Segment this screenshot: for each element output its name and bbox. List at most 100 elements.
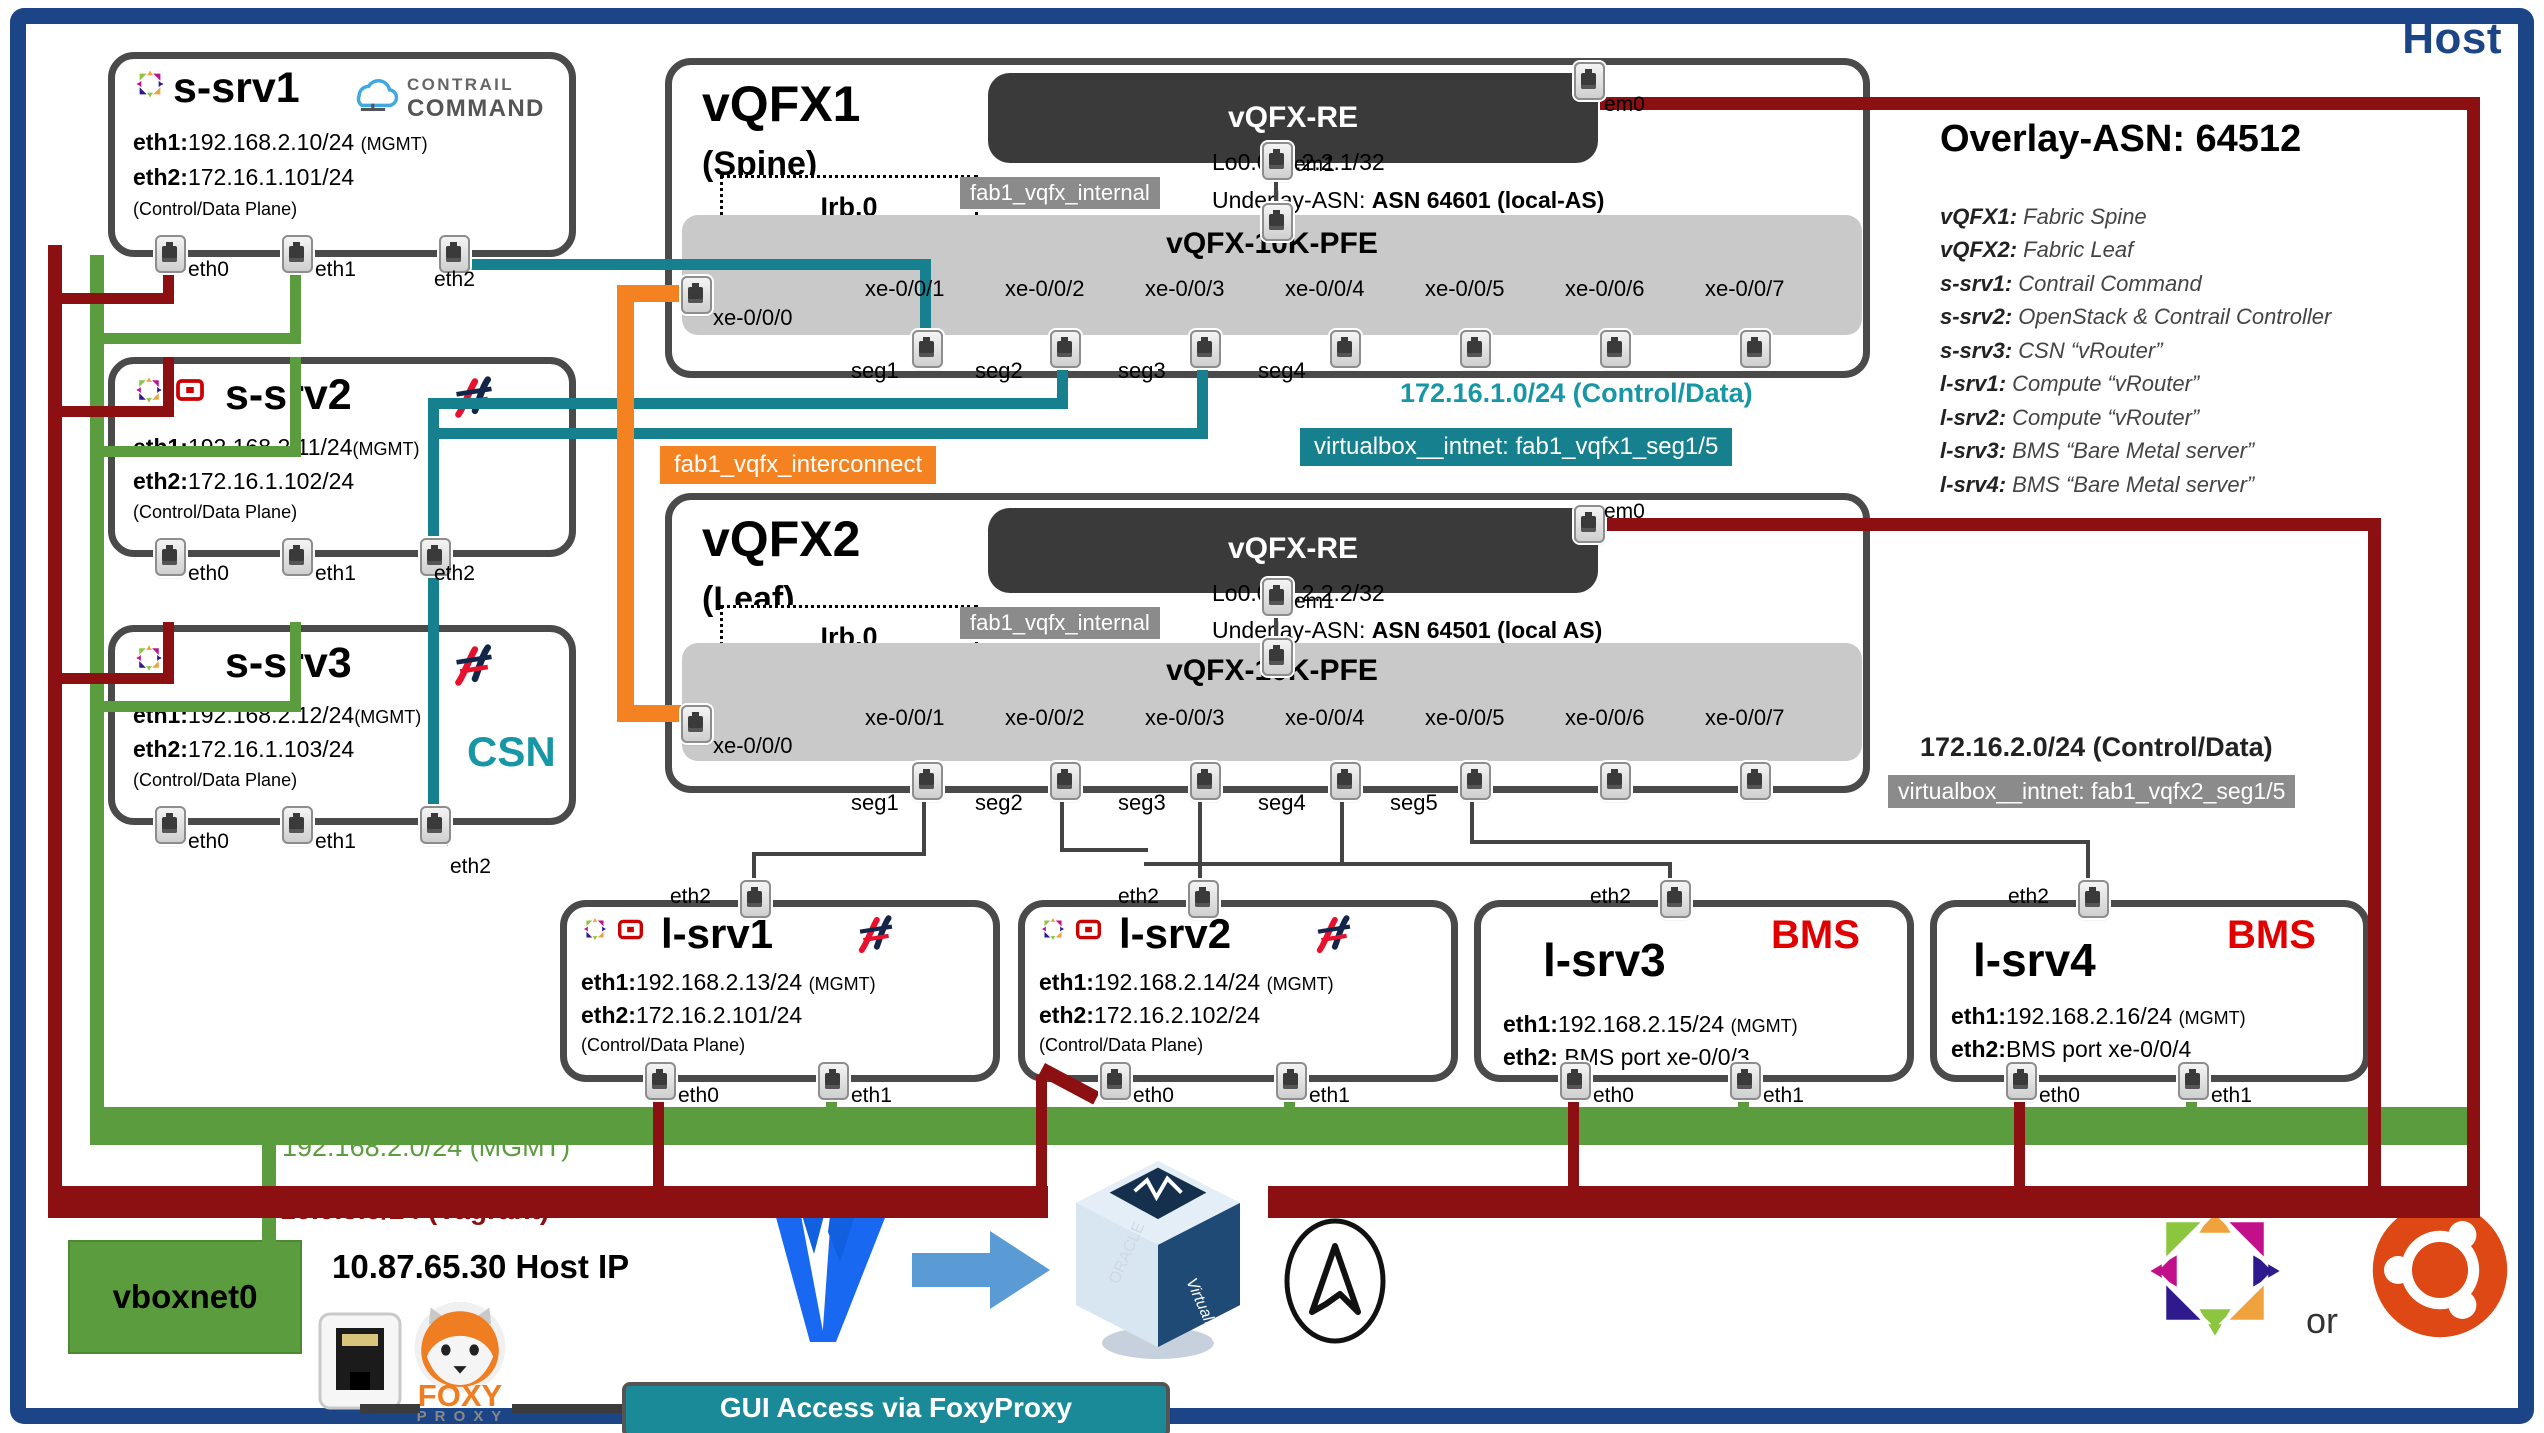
l-srv4-eth1-note: (MGMT) xyxy=(2178,1008,2246,1028)
wire-interconnect-v xyxy=(617,285,634,722)
openstack-icon xyxy=(582,916,608,942)
legend-item: s-srv3: CSN “vRouter” xyxy=(1940,337,2163,363)
nic-vqfx2-seg5[interactable] xyxy=(1460,762,1491,800)
nic-vqfx2-port7[interactable] xyxy=(1740,762,1771,800)
server-title-s-srv3: s-srv3 xyxy=(225,639,352,687)
server-box-l-srv3[interactable]: BMS l-srv3 eth1:192.168.2.15/24 (MGMT) e… xyxy=(1474,900,1914,1082)
nic-l-srv1-eth0[interactable] xyxy=(645,1062,676,1100)
server-box-s-srv1[interactable]: s-srv1 CONTRAIL COMMAND eth1:192.168.2.1… xyxy=(108,52,576,257)
seglbl-vqfx1-seg4: seg4 xyxy=(1258,358,1306,383)
vagrant-rail-mid xyxy=(1600,518,2380,531)
or-label: or xyxy=(2306,1300,2339,1341)
portlbl-vqfx1-xe002: xe-0/0/2 xyxy=(1005,276,1085,301)
wire-vqfx2-seg2-v xyxy=(1060,796,1064,852)
vboxnet0-label: vboxnet0 xyxy=(112,1278,258,1315)
niclbl-s-srv2-eth1: eth1 xyxy=(315,562,356,585)
openstack-logo-icon xyxy=(2141,1197,2289,1345)
contrail-brand-line1: CONTRAIL xyxy=(407,75,515,94)
foxyproxy-wordmark-bottom: P R O X Y xyxy=(416,1408,504,1425)
nic-l-srv3-eth0[interactable] xyxy=(1560,1062,1591,1100)
server-box-s-srv3[interactable]: s-srv3 eth1:192.168.2.12/24(MGMT) eth2:1… xyxy=(108,625,576,825)
nic-vqfx1-em0[interactable] xyxy=(1574,62,1605,100)
nic-vqfx1-em1[interactable] xyxy=(1262,142,1293,180)
niclbl-s-srv1-eth2: eth2 xyxy=(434,268,475,291)
nic-vqfx1-em1b[interactable] xyxy=(1262,203,1293,241)
wire-ssrv1-eth0-h xyxy=(48,293,174,304)
s-srv2-eth2-val: 172.16.1.102/24 xyxy=(187,468,355,494)
nic-vqfx1-xe000[interactable] xyxy=(681,276,712,314)
nic-s-srv3-eth1[interactable] xyxy=(282,806,313,844)
l-srv3-eth1-val: 192.168.2.15/24 xyxy=(1557,1011,1725,1037)
portlbl-vqfx1-xe004: xe-0/0/4 xyxy=(1285,276,1365,301)
wire-ssrv2-eth0-h xyxy=(48,406,174,417)
nic-vqfx2-seg3[interactable] xyxy=(1190,762,1221,800)
nic-vqfx1-port6[interactable] xyxy=(1600,330,1631,368)
nic-l-srv1-eth1[interactable] xyxy=(818,1062,849,1100)
wire-ssrv2-eth1-h xyxy=(90,446,301,457)
portlbl-vqfx1-xe005: xe-0/0/5 xyxy=(1425,276,1505,301)
nic-vqfx2-seg2[interactable] xyxy=(1050,762,1081,800)
server-box-l-srv1[interactable]: l-srv1 eth1:192.168.2.13/24 (MGMT) eth2:… xyxy=(560,900,1000,1082)
nic-l-srv2-eth0[interactable] xyxy=(1100,1062,1131,1100)
juniper-icon xyxy=(455,644,492,686)
server-title-s-srv1: s-srv1 xyxy=(173,64,300,112)
host-title: Host xyxy=(2402,14,2502,63)
nic-s-srv3-eth0[interactable] xyxy=(155,806,186,844)
wire-vqfx2-seg2-h xyxy=(1060,848,1148,852)
niclbl-vqfx1-em1: em1 xyxy=(1294,153,1335,176)
gui-access-bar[interactable]: GUI Access via FoxyProxy xyxy=(622,1382,1170,1433)
nic-vqfx2-seg1[interactable] xyxy=(912,762,943,800)
wire-vqfx2-seg5-v xyxy=(1470,796,1474,844)
s-srv2-plane: (Control/Data Plane) xyxy=(133,502,298,522)
nic-s-srv1-eth1[interactable] xyxy=(282,235,313,273)
nic-vqfx1-seg4[interactable] xyxy=(1330,330,1361,368)
nic-vqfx1-seg2[interactable] xyxy=(1050,330,1081,368)
nic-vqfx1-seg1[interactable] xyxy=(912,330,943,368)
nic-vqfx1-port5[interactable] xyxy=(1460,330,1491,368)
wire-rj45-to-gui xyxy=(360,1404,420,1413)
nic-vqfx2-xe000[interactable] xyxy=(681,705,712,743)
wire-ssrv2-eth2-h xyxy=(428,398,1068,409)
nic-vqfx2-em1b[interactable] xyxy=(1262,638,1293,676)
s-srv1-eth2-key: eth2: xyxy=(133,164,188,190)
juniper-icon xyxy=(858,915,893,954)
nic-s-srv2-eth1[interactable] xyxy=(282,538,313,576)
nic-s-srv3-eth2[interactable] xyxy=(420,806,451,844)
nic-l-srv3-eth2[interactable] xyxy=(1660,880,1691,918)
niclbl-l-srv2-eth0: eth0 xyxy=(1133,1084,1174,1107)
nic-l-srv4-eth1[interactable] xyxy=(2178,1062,2209,1100)
niclbl-s-srv2-eth0: eth0 xyxy=(188,562,229,585)
openstack-icon xyxy=(134,375,164,405)
s-srv3-plane: (Control/Data Plane) xyxy=(133,770,298,790)
vqfx2-intnet-tag: virtualbox__intnet: fab1_vqfx2_seg1/5 xyxy=(1888,775,2296,808)
vqfx1-internal-tag: fab1_vqfx_internal xyxy=(960,177,1160,209)
server-box-s-srv2[interactable]: s-srv2 eth1:192.168.2.11/24(MGMT) eth2:1… xyxy=(108,357,576,557)
niclbl-l-srv4-eth0: eth0 xyxy=(2039,1084,2080,1107)
nic-vqfx1-port7[interactable] xyxy=(1740,330,1771,368)
nic-vqfx2-em0[interactable] xyxy=(1574,505,1605,543)
nic-vqfx2-port6[interactable] xyxy=(1600,762,1631,800)
nic-s-srv1-eth0[interactable] xyxy=(155,235,186,273)
nic-l-srv4-eth2[interactable] xyxy=(2078,880,2109,918)
nic-l-srv3-eth1[interactable] xyxy=(1730,1062,1761,1100)
vqfx2-title: vQFX2 xyxy=(702,511,861,567)
server-box-l-srv4[interactable]: BMS l-srv4 eth1:192.168.2.16/24 (MGMT) e… xyxy=(1930,900,2370,1082)
nic-s-srv2-eth0[interactable] xyxy=(155,538,186,576)
nic-l-srv2-eth1[interactable] xyxy=(1276,1062,1307,1100)
vqfx1-subnet-label: 172.16.1.0/24 (Control/Data) xyxy=(1400,378,1753,408)
nic-l-srv4-eth0[interactable] xyxy=(2006,1062,2037,1100)
nic-vqfx2-em1[interactable] xyxy=(1262,578,1293,616)
nic-vqfx1-seg3[interactable] xyxy=(1190,330,1221,368)
server-box-l-srv2[interactable]: l-srv2 eth1:192.168.2.14/24 (MGMT) eth2:… xyxy=(1018,900,1458,1082)
s-srv1-plane: (Control/Data Plane) xyxy=(133,199,298,219)
nic-l-srv2-eth2[interactable] xyxy=(1188,880,1219,918)
niclbl-vqfx2-em0: em0 xyxy=(1604,500,1645,523)
niclbl-l-srv2-eth1: eth1 xyxy=(1309,1084,1350,1107)
wire-vqfx2-seg1-h xyxy=(752,852,924,856)
nic-l-srv1-eth2[interactable] xyxy=(740,880,771,918)
mgmt-bus xyxy=(90,1107,2480,1145)
nic-vqfx2-seg4[interactable] xyxy=(1330,762,1361,800)
seglbl-vqfx2-seg2: seg2 xyxy=(975,790,1023,815)
interconnect-tag: fab1_vqfx_interconnect xyxy=(660,446,937,484)
vqfx2-re-label: vQFX-RE xyxy=(1227,532,1359,565)
